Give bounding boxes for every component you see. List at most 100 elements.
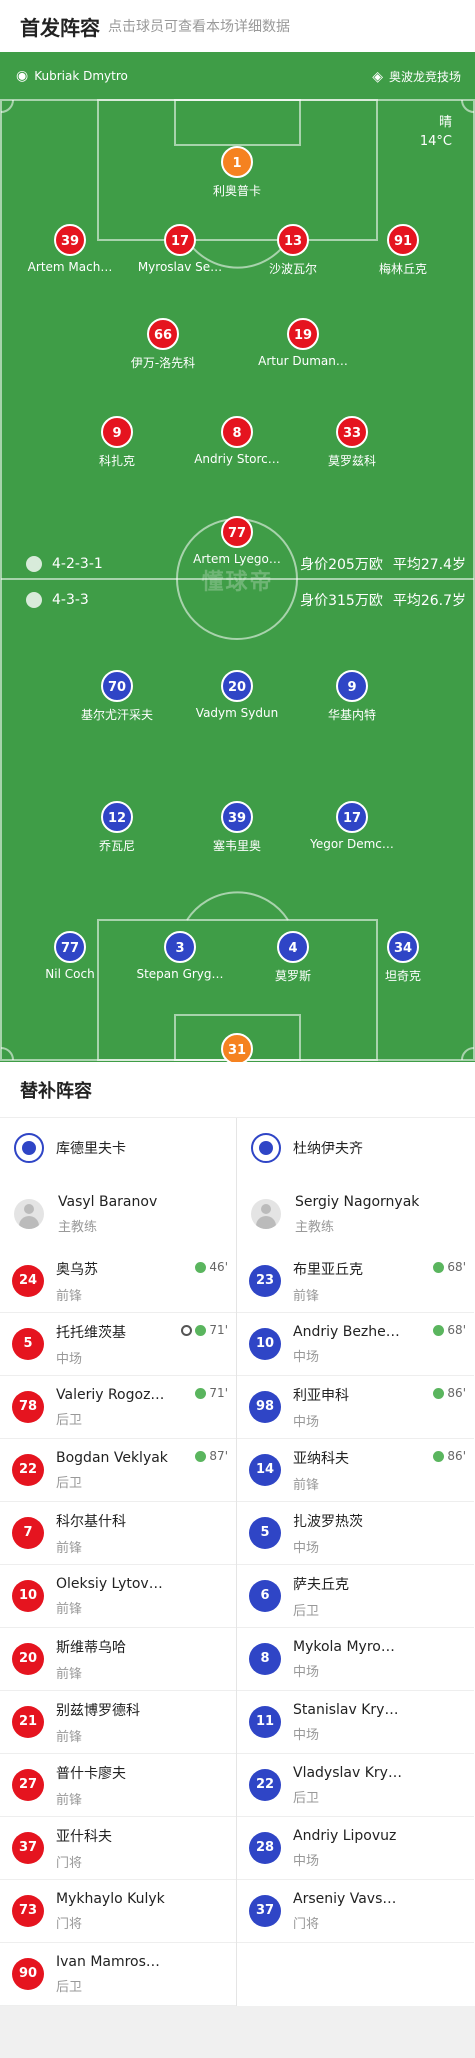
sub-player-row[interactable]: 14 亚纳科夫 前锋 86'	[237, 1439, 474, 1502]
sub-player-number: 27	[12, 1769, 44, 1801]
sub-player-row[interactable]: 27 普什卡廖夫 前锋	[0, 1754, 236, 1817]
player-name: Artur Duman…	[258, 354, 348, 368]
player-number: 19	[287, 318, 319, 350]
player-number: 34	[387, 931, 419, 963]
home-player[interactable]: 77 Artem Lyego…	[179, 516, 295, 566]
sub-player-row[interactable]: 23 布里亚丘克 前锋 68'	[237, 1250, 474, 1313]
sub-player-position: 前锋	[293, 1288, 320, 1304]
sub-player-row[interactable]: 90 Ivan Mamros… 后卫	[0, 1943, 236, 2006]
sub-player-row[interactable]: 11 Stanislav Kry… 中场	[237, 1691, 474, 1754]
home-player[interactable]: 66 伊万-洛先科	[105, 318, 221, 371]
sub-on-indicator: 68'	[433, 1323, 466, 1337]
player-name: 沙波瓦尔	[268, 262, 317, 276]
sub-on-indicator: 71'	[195, 1386, 228, 1400]
sub-player-name: 托托维茨基	[56, 1324, 126, 1341]
away-player[interactable]: 34 坦奇克	[345, 931, 461, 984]
lineup-title: 首发阵容	[20, 15, 100, 40]
sub-player-number: 7	[12, 1517, 44, 1549]
sub-player-row[interactable]: 22 Bogdan Veklyak 后卫 87'	[0, 1439, 236, 1502]
sub-on-indicator: 86'	[433, 1386, 466, 1400]
home-player[interactable]: 91 梅林丘克	[345, 224, 461, 277]
referee-info: ◉ Kubriak Dmytro	[16, 68, 128, 84]
sub-player-number: 5	[12, 1328, 44, 1360]
sub-player-position: 前锋	[56, 1540, 83, 1556]
player-name: 莫罗兹科	[327, 454, 376, 468]
sub-player-number: 37	[12, 1832, 44, 1864]
away-player[interactable]: 31比雷克	[179, 1033, 295, 1062]
sub-player-name: 普什卡廖夫	[56, 1765, 126, 1782]
away-player[interactable]: 3 Stepan Gryg…	[122, 931, 238, 981]
sub-on-minute: 68'	[447, 1323, 466, 1337]
away-player[interactable]: 9 华基内特	[294, 670, 410, 723]
sub-player-row[interactable]: 21 别兹博罗德科 前锋	[0, 1691, 236, 1754]
sub-player-row[interactable]: 7 科尔基什科 前锋	[0, 1502, 236, 1565]
sub-player-row[interactable]: 5 扎波罗热茨 中场	[237, 1502, 474, 1565]
player-name: 基尔尤汗采夫	[80, 708, 153, 722]
sub-player-number: 73	[12, 1895, 44, 1927]
sub-player-name: 别兹博罗德科	[56, 1702, 140, 1719]
sub-player-position: 中场	[293, 1540, 320, 1556]
away-formation-label: 4-3-3	[52, 592, 89, 608]
home-player[interactable]: 9 科扎克	[59, 416, 175, 469]
sub-player-row[interactable]: 8 Mykola Myro… 中场	[237, 1628, 474, 1691]
sub-player-row[interactable]: 5 托托维茨基 中场 71'	[0, 1313, 236, 1376]
sub-on-indicator: 86'	[433, 1449, 466, 1463]
sub-player-name: 亚纳科夫	[293, 1450, 349, 1467]
lineup-subtitle: 点击球员可查看本场详细数据	[108, 19, 290, 35]
away-player[interactable]: 70 基尔尤汗采夫	[59, 670, 175, 723]
home-coach[interactable]: Vasyl Baranov 主教练	[0, 1178, 236, 1250]
sub-player-row[interactable]: 98 利亚申科 中场 86'	[237, 1376, 474, 1439]
sub-player-row[interactable]: 10 Oleksiy Lytov… 前锋	[0, 1565, 236, 1628]
sub-player-row[interactable]: 22 Vladyslav Kry… 后卫	[237, 1754, 474, 1817]
weather-temp: 14°C	[419, 134, 452, 149]
sub-player-row[interactable]: 78 Valeriy Rogoz… 后卫 71'	[0, 1376, 236, 1439]
player-number: 77	[221, 516, 253, 548]
sub-player-row[interactable]: 37 亚什科夫 门将	[0, 1817, 236, 1880]
sub-player-position: 前锋	[56, 1601, 83, 1617]
whistle-icon: ◉	[16, 68, 29, 84]
sub-player-row[interactable]: 10 Andriy Bezhe… 中场 68'	[237, 1313, 474, 1376]
player-number: 33	[336, 416, 368, 448]
sub-player-position: 中场	[56, 1351, 83, 1367]
player-number: 77	[54, 931, 86, 963]
home-player[interactable]: 8 Andriy Storc…	[179, 416, 295, 466]
sub-player-number: 11	[249, 1706, 281, 1738]
sub-player-row[interactable]: 20 斯维蒂乌哈 前锋	[0, 1628, 236, 1691]
sub-player-row[interactable]: 6 萨夫丘克 后卫	[237, 1565, 474, 1628]
sub-on-icon	[433, 1387, 445, 1399]
sub-player-position: 后卫	[293, 1603, 320, 1619]
away-player[interactable]: 39 塞韦里奥	[179, 801, 295, 854]
sub-player-number: 23	[249, 1265, 281, 1297]
away-player[interactable]: 4 莫罗斯	[235, 931, 351, 984]
home-player[interactable]: 13 沙波瓦尔	[235, 224, 351, 277]
sub-on-icon	[433, 1261, 445, 1273]
coach-avatar-icon	[14, 1199, 44, 1229]
away-coach[interactable]: Sergiy Nagornyak 主教练	[237, 1178, 474, 1250]
away-player[interactable]: 77 Nil Coch	[12, 931, 128, 981]
home-player[interactable]: 17 Myroslav Se…	[122, 224, 238, 274]
home-player[interactable]: 33 莫罗兹科	[294, 416, 410, 469]
away-team-row[interactable]: 杜纳伊夫齐	[237, 1118, 474, 1178]
away-team-badge-icon	[26, 592, 42, 608]
away-player[interactable]: 17 Yegor Demc…	[294, 801, 410, 851]
player-number: 4	[277, 931, 309, 963]
sub-player-row[interactable]: 24 奥乌苏 前锋 46'	[0, 1250, 236, 1313]
away-player[interactable]: 12 乔瓦尼	[59, 801, 175, 854]
away-subs-column: 杜纳伊夫齐 Sergiy Nagornyak 主教练 23 布里亚丘克 前锋 68' 1…	[237, 1118, 474, 2006]
sub-player-name: 利亚申科	[293, 1387, 349, 1404]
home-player[interactable]: 1 利奥普卡	[179, 146, 295, 199]
sub-player-row[interactable]: 37 Arseniy Vavs… 门将	[237, 1880, 474, 1943]
home-player[interactable]: 39 Artem Mach…	[12, 224, 128, 274]
sub-on-minute: 46'	[209, 1260, 228, 1274]
away-player[interactable]: 20 Vadym Sydun	[179, 670, 295, 720]
player-number: 1	[221, 146, 253, 178]
home-player[interactable]: 19 Artur Duman…	[245, 318, 361, 368]
player-name: 塞韦里奥	[212, 839, 261, 853]
home-team-row[interactable]: 库德里夫卡	[0, 1118, 236, 1178]
sub-player-number: 10	[249, 1328, 281, 1360]
player-number: 70	[101, 670, 133, 702]
sub-player-row[interactable]: 73 Mykhaylo Kulyk 门将	[0, 1880, 236, 1943]
sub-player-row[interactable]: 28 Andriy Lipovuz 中场	[237, 1817, 474, 1880]
away-value: 身价315万欧	[300, 593, 383, 609]
sub-on-icon	[433, 1324, 445, 1336]
